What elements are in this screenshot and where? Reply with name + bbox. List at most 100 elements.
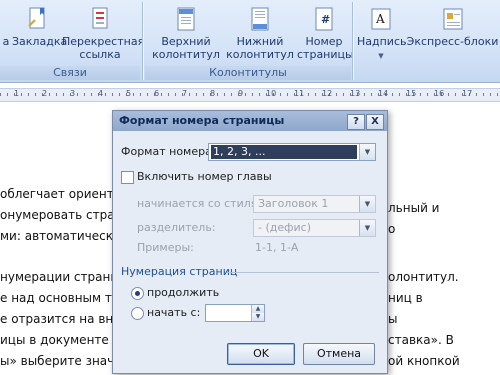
- quick-parts-button[interactable]: Экспресс-блоки: [405, 4, 500, 64]
- help-button[interactable]: ?: [347, 114, 365, 130]
- header-button[interactable]: Верхний колонтитул ▼: [149, 4, 223, 75]
- ruler-number: 4: [98, 89, 104, 98]
- document-line-fragment: олонтитул.: [388, 270, 459, 284]
- spin-down-icon[interactable]: ▼: [251, 313, 264, 321]
- hyperlink-button[interactable]: а: [0, 4, 12, 64]
- ruler-tick: [252, 93, 253, 96]
- ruler-tick: [308, 93, 309, 96]
- footer-icon: [246, 6, 274, 32]
- ruler-tick: [119, 93, 120, 96]
- ok-button[interactable]: OK: [227, 343, 295, 365]
- document-line-fragment: ой кнопкой: [388, 354, 460, 368]
- cross-reference-label-2: ссылка: [79, 48, 121, 61]
- cross-reference-label-1: Перекрестная: [62, 35, 145, 48]
- number-format-select[interactable]: 1, 2, 3, ... ▼: [208, 143, 376, 161]
- ruler-number: 14: [378, 89, 389, 98]
- include-chapter-label: Включить номер главы: [137, 170, 272, 183]
- ruler-tick: [259, 93, 260, 96]
- ruler-tick: [336, 93, 337, 96]
- cross-reference-button[interactable]: Перекрестная ссылка: [62, 4, 145, 64]
- header-label-2: колонтитул: [152, 48, 220, 61]
- ruler-number: 7: [182, 89, 188, 98]
- ruler-tick: [196, 93, 197, 96]
- ruler-number: 9: [238, 89, 244, 98]
- ruler-tick: [392, 93, 393, 96]
- footer-label-2: колонтитул: [226, 48, 294, 61]
- ribbon-group-text: A Надпись ▼ Экспресс-блоки: [355, 0, 500, 82]
- cancel-button[interactable]: Отмена: [303, 343, 375, 365]
- include-chapter-checkbox[interactable]: [121, 171, 134, 184]
- dialog-title: Формат номера страницы: [119, 114, 285, 127]
- ruler-number: 1: [14, 89, 20, 98]
- start-at-radio[interactable]: [131, 307, 144, 320]
- chevron-down-icon[interactable]: ▼: [359, 196, 375, 212]
- cross-reference-icon: [86, 6, 114, 32]
- page-number-label-1: Номер: [305, 35, 343, 48]
- ruler-tick: [280, 93, 281, 96]
- chevron-down-icon: ▼: [378, 52, 384, 60]
- header-icon: [172, 6, 200, 32]
- ruler-tick: [483, 93, 484, 96]
- text-box-button[interactable]: A Надпись ▼: [357, 4, 407, 64]
- ribbon-separator: [352, 2, 353, 80]
- chevron-down-icon[interactable]: ▼: [359, 144, 375, 160]
- document-line: е над основным тек: [0, 291, 127, 305]
- ruler-tick: [105, 93, 106, 96]
- ribbon-group-links: а Закладка Перекрестная ссылка Связи: [0, 0, 145, 82]
- close-button[interactable]: X: [366, 114, 384, 130]
- ruler-tick: [175, 93, 176, 96]
- ruler-tick: [84, 93, 85, 96]
- ruler-number: 2: [42, 89, 48, 98]
- continue-label: продолжить: [147, 286, 220, 299]
- ruler-number: 17: [462, 89, 473, 98]
- group-label-links: Связи: [0, 66, 140, 80]
- ruler-tick: [0, 93, 1, 96]
- page-number-format-dialog: Формат номера страницы ? X Формат номера…: [112, 110, 388, 374]
- page-number-button[interactable]: # Номер страницы ▼: [297, 4, 354, 73]
- ruler-tick: [448, 93, 449, 96]
- ruler-tick: [168, 93, 169, 96]
- ruler-tick: [21, 93, 22, 96]
- ruler-tick: [497, 93, 498, 96]
- ruler-tick: [420, 93, 421, 96]
- group-divider: [227, 272, 379, 273]
- ruler-number: 10: [266, 89, 277, 98]
- ruler-tick: [112, 93, 113, 96]
- ruler-tick: [427, 93, 428, 96]
- ruler-number: 5: [126, 89, 132, 98]
- ruler-tick: [203, 93, 204, 96]
- document-line-fragment: ы: [388, 312, 398, 326]
- ruler-tick: [371, 93, 372, 96]
- ruler-tick: [287, 93, 288, 96]
- ruler-tick: [455, 93, 456, 96]
- spin-up-icon[interactable]: ▲: [251, 305, 264, 313]
- separator-value: - (дефис): [258, 221, 312, 234]
- examples-label: Примеры:: [137, 241, 194, 254]
- ruler-tick: [147, 93, 148, 96]
- ruler-number: 12: [322, 89, 333, 98]
- bookmark-button[interactable]: Закладка: [12, 4, 67, 64]
- svg-text:A: A: [375, 12, 385, 26]
- ruler-number: 16: [434, 89, 445, 98]
- ruler-tick: [63, 93, 64, 96]
- ruler-tick: [161, 93, 162, 96]
- ruler-tick: [399, 93, 400, 96]
- ruler-tick: [28, 93, 29, 96]
- start-at-stepper[interactable]: ▲ ▼: [205, 304, 265, 322]
- ruler-tick: [231, 93, 232, 96]
- footer-label-1: Нижний: [236, 35, 284, 48]
- dialog-title-bar[interactable]: Формат номера страницы ? X: [113, 111, 387, 131]
- ruler-tick: [476, 93, 477, 96]
- chapter-style-select[interactable]: Заголовок 1 ▼: [253, 195, 376, 213]
- number-format-value: 1, 2, 3, ...: [211, 145, 357, 159]
- chevron-down-icon[interactable]: ▼: [359, 220, 375, 236]
- continue-radio[interactable]: [131, 287, 144, 300]
- horizontal-ruler[interactable]: 1 2 3 4 5 6 7 8 9 10 11 12 13 14 15 16 17: [0, 88, 500, 102]
- document-line-fragment: о: [388, 222, 396, 236]
- separator-select[interactable]: - (дефис) ▼: [253, 219, 376, 237]
- footer-button[interactable]: Нижний колонтитул ▼: [223, 4, 297, 75]
- ruler-number: 3: [70, 89, 76, 98]
- text-box-icon: A: [367, 6, 395, 32]
- ruler-number: 11: [294, 89, 305, 98]
- text-box-label: Надпись: [357, 35, 407, 48]
